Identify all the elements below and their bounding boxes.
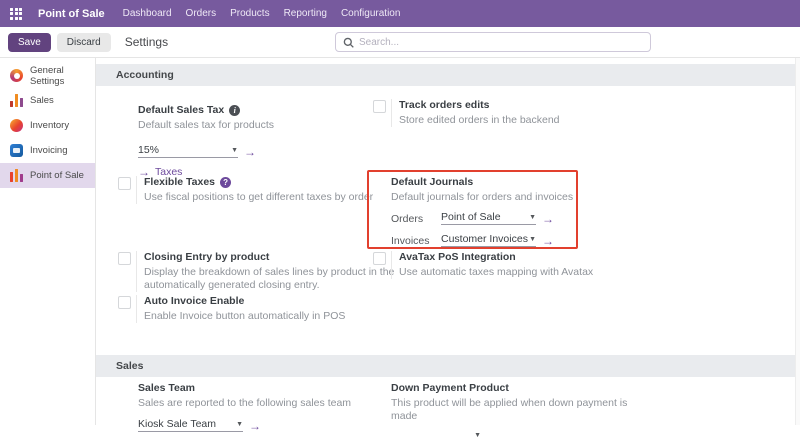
invoicing-icon <box>10 144 23 157</box>
sidebar-item-label: General Settings <box>30 65 95 87</box>
setting-description: Display the breakdown of sales lines by … <box>144 266 396 292</box>
chevron-down-icon: ▼ <box>529 213 536 223</box>
discard-button[interactable]: Discard <box>57 33 111 52</box>
orders-journal-select[interactable]: Point of Sale ▼ <box>441 211 536 225</box>
scrollbar-track[interactable] <box>795 58 800 425</box>
setting-description: Default journals for orders and invoices <box>391 191 571 204</box>
section-header-accounting: Accounting <box>96 64 795 86</box>
chevron-down-icon: ▼ <box>231 146 238 156</box>
chevron-down-icon: ▼ <box>474 431 481 441</box>
help-icon[interactable]: ? <box>220 177 231 188</box>
down-payment-product-select[interactable]: ▼ <box>391 431 481 443</box>
nav-item-configuration[interactable]: Configuration <box>341 8 400 19</box>
auto-invoice-checkbox[interactable] <box>118 296 131 309</box>
setting-label: Flexible Taxes <box>144 176 215 188</box>
closing-entry-checkbox[interactable] <box>118 252 131 265</box>
invoices-field-label: Invoices <box>391 235 435 247</box>
setting-closing-entry: Closing Entry by product Display the bre… <box>118 251 398 292</box>
flexible-taxes-checkbox[interactable] <box>118 177 131 190</box>
setting-avatax: AvaTax PoS Integration Use automatic tax… <box>373 251 633 279</box>
setting-description: Enable Invoice button automatically in P… <box>144 310 345 323</box>
avatax-checkbox[interactable] <box>373 252 386 265</box>
setting-description: Use fiscal positions to get different ta… <box>144 191 373 204</box>
track-orders-edits-checkbox[interactable] <box>373 100 386 113</box>
general-settings-icon <box>10 69 23 82</box>
arrow-right-icon[interactable]: → <box>542 236 554 247</box>
sidebar-item-sales[interactable]: Sales <box>0 88 95 113</box>
sales-team-select[interactable]: Kiosk Sale Team ▼ <box>138 418 243 432</box>
setting-description: Default sales tax for products <box>138 119 378 132</box>
nav-item-dashboard[interactable]: Dashboard <box>123 8 172 19</box>
setting-default-journals: Default Journals Default journals for or… <box>391 176 571 247</box>
sales-icon <box>10 94 23 107</box>
setting-label: AvaTax PoS Integration <box>399 251 593 263</box>
orders-field-label: Orders <box>391 213 435 225</box>
setting-description: Use automatic taxes mapping with Avatax <box>399 266 593 279</box>
default-sales-tax-select[interactable]: 15% ▼ <box>138 144 238 158</box>
app-name[interactable]: Point of Sale <box>38 8 105 20</box>
setting-label: Track orders edits <box>399 99 560 111</box>
sidebar-item-label: Invoicing <box>30 145 68 156</box>
invoices-journal-select[interactable]: Customer Invoices ▼ <box>441 233 536 247</box>
sidebar-item-label: Point of Sale <box>30 170 84 181</box>
top-navbar: Point of Sale Dashboard Orders Products … <box>0 0 800 27</box>
setting-down-payment-product: Down Payment Product This product will b… <box>391 382 651 443</box>
setting-description: This product will be applied when down p… <box>391 397 651 423</box>
settings-sidebar: General Settings Sales Inventory Invoici… <box>0 58 96 425</box>
sidebar-item-label: Sales <box>30 95 54 106</box>
sidebar-item-invoicing[interactable]: Invoicing <box>0 138 95 163</box>
setting-label: Default Journals <box>391 176 571 188</box>
setting-flexible-taxes: Flexible Taxes ? Use fiscal positions to… <box>118 176 378 204</box>
setting-label: Down Payment Product <box>391 382 651 394</box>
setting-default-sales-tax: Default Sales Tax i Default sales tax fo… <box>138 104 378 178</box>
search-input[interactable] <box>359 37 643 48</box>
search-icon <box>343 37 354 48</box>
nav-item-reporting[interactable]: Reporting <box>284 8 327 19</box>
sidebar-item-label: Inventory <box>30 120 69 131</box>
apps-grid-icon[interactable] <box>10 8 22 20</box>
setting-label: Default Sales Tax <box>138 104 224 116</box>
sidebar-item-general-settings[interactable]: General Settings <box>0 63 95 88</box>
section-header-sales: Sales <box>96 355 795 377</box>
setting-track-orders-edits: Track orders edits Store edited orders i… <box>373 99 628 127</box>
setting-description: Store edited orders in the backend <box>399 114 560 127</box>
arrow-right-icon[interactable]: → <box>244 147 256 158</box>
chevron-down-icon: ▼ <box>236 420 243 430</box>
setting-label: Closing Entry by product <box>144 251 396 263</box>
setting-label: Auto Invoice Enable <box>144 295 345 307</box>
setting-label: Sales Team <box>138 382 398 394</box>
nav-item-orders[interactable]: Orders <box>186 8 217 19</box>
point-of-sale-icon <box>10 169 23 182</box>
chevron-down-icon: ▼ <box>529 235 536 245</box>
save-button[interactable]: Save <box>8 33 51 52</box>
setting-description: Sales are reported to the following sale… <box>138 397 398 410</box>
control-bar: Save Discard Settings <box>0 27 800 58</box>
nav-item-products[interactable]: Products <box>230 8 269 19</box>
info-icon[interactable]: i <box>229 105 240 116</box>
sidebar-item-inventory[interactable]: Inventory <box>0 113 95 138</box>
setting-auto-invoice: Auto Invoice Enable Enable Invoice butto… <box>118 295 378 323</box>
inventory-icon <box>10 119 23 132</box>
arrow-right-icon[interactable]: → <box>542 214 554 225</box>
page-title: Settings <box>125 35 168 49</box>
search-box[interactable] <box>335 32 651 52</box>
sidebar-item-point-of-sale[interactable]: Point of Sale <box>0 163 95 188</box>
arrow-right-icon[interactable]: → <box>249 421 261 432</box>
